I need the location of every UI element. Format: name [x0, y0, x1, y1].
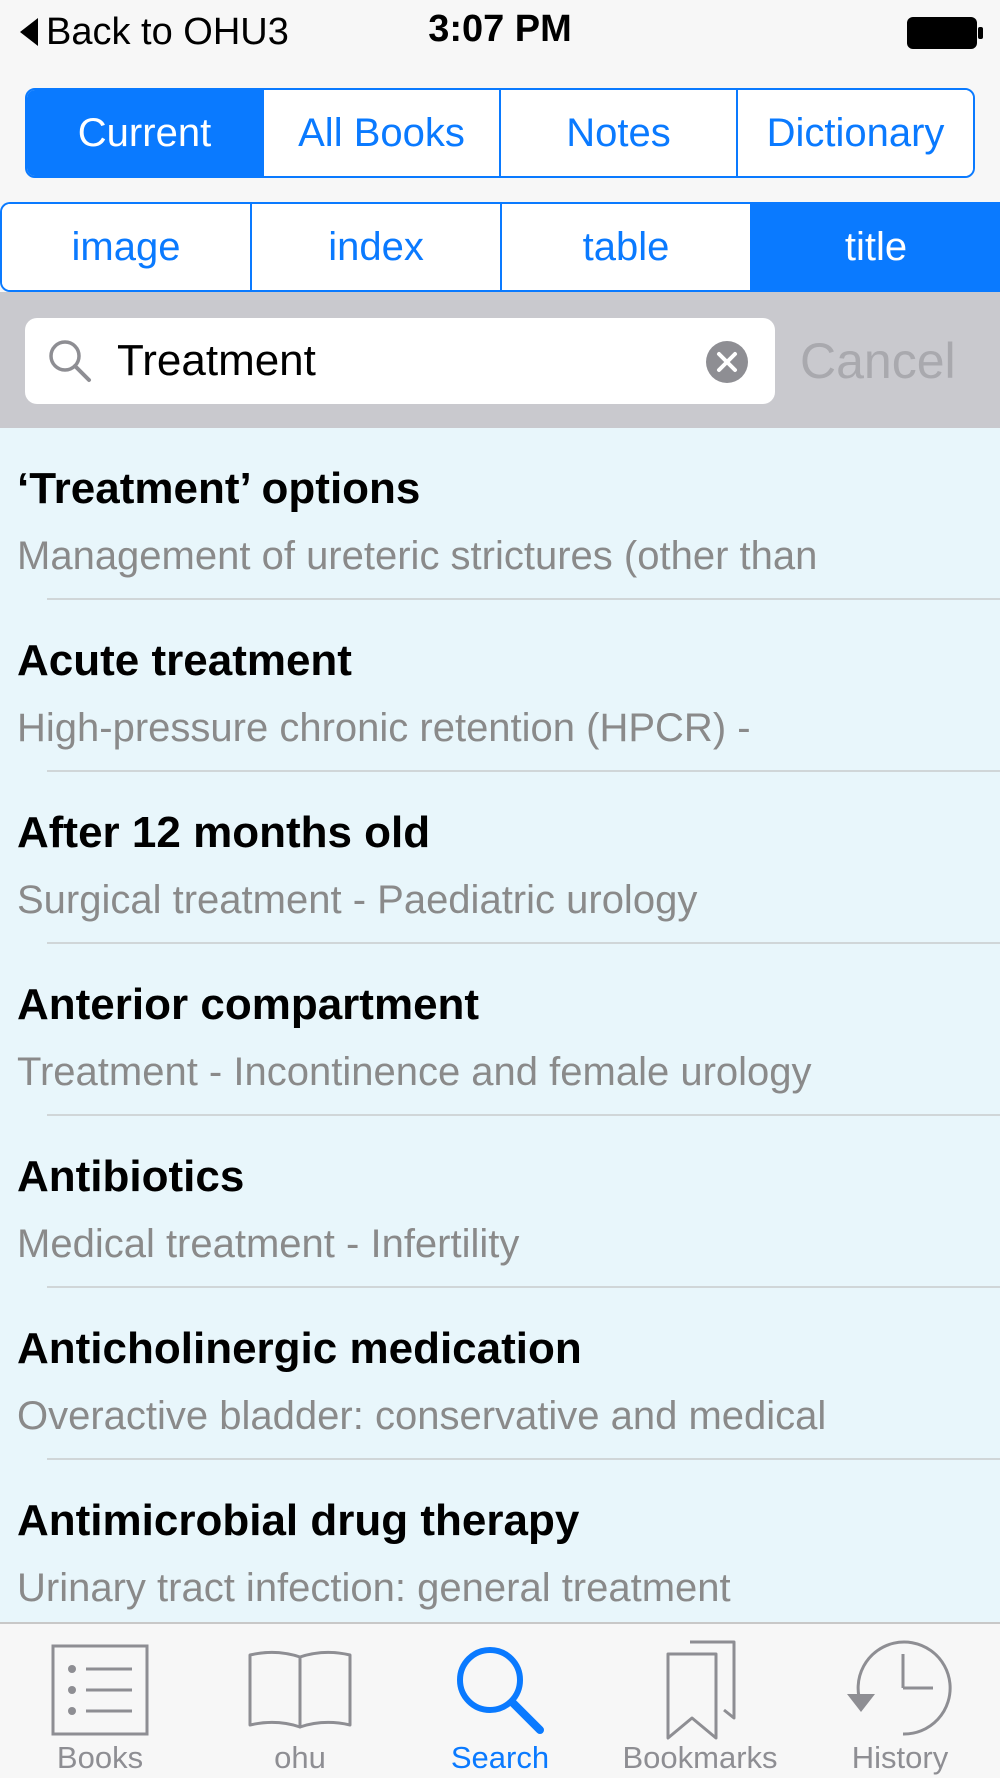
- tab-ohu[interactable]: ohu: [200, 1624, 400, 1778]
- search-input[interactable]: Treatment: [25, 318, 775, 404]
- result-row[interactable]: Anterior compartment Treatment - Inconti…: [0, 944, 1000, 1116]
- search-icon: [400, 1634, 600, 1746]
- result-row[interactable]: Antibiotics Medical treatment - Infertil…: [0, 1116, 1000, 1288]
- tab-label: Search: [450, 1740, 550, 1775]
- scope-tab-all-books[interactable]: All Books: [264, 90, 501, 176]
- result-subtitle: Management of ureteric strictures (other…: [17, 534, 818, 578]
- result-title: ‘Treatment’ options: [17, 464, 421, 513]
- tab-history[interactable]: History: [800, 1624, 1000, 1778]
- search-icon: [49, 340, 91, 382]
- search-bar: Treatment Cancel: [0, 292, 1000, 428]
- scope-tab-notes[interactable]: Notes: [501, 90, 738, 176]
- scope-tab-dictionary[interactable]: Dictionary: [738, 90, 973, 176]
- type-tab-index[interactable]: index: [252, 204, 502, 290]
- bookmarks-icon: [600, 1634, 800, 1746]
- tab-bookmarks[interactable]: Bookmarks: [600, 1624, 800, 1778]
- result-row[interactable]: Acute treatment High-pressure chronic re…: [0, 600, 1000, 772]
- search-results-list: ‘Treatment’ options Management of ureter…: [0, 428, 1000, 1622]
- type-tab-title[interactable]: title: [752, 204, 1000, 290]
- tab-label: Books: [56, 1740, 144, 1775]
- result-subtitle: Urinary tract infection: general treatme…: [17, 1566, 731, 1610]
- type-tab-table[interactable]: table: [502, 204, 752, 290]
- type-tab-image[interactable]: image: [2, 204, 252, 290]
- history-clock-icon: [800, 1634, 1000, 1746]
- result-row[interactable]: ‘Treatment’ options Management of ureter…: [0, 428, 1000, 600]
- result-title: After 12 months old: [17, 808, 431, 857]
- result-subtitle: Medical treatment - Infertility: [17, 1222, 520, 1266]
- cancel-button[interactable]: Cancel: [800, 318, 956, 404]
- scope-tab-current[interactable]: Current: [27, 90, 264, 176]
- tab-label: Bookmarks: [622, 1740, 778, 1775]
- result-subtitle: High-pressure chronic retention (HPCR) -: [17, 706, 751, 750]
- status-bar: Back to OHU3 3:07 PM: [0, 0, 1000, 66]
- result-row[interactable]: Anticholinergic medication Overactive bl…: [0, 1288, 1000, 1460]
- clear-search-icon[interactable]: [705, 340, 749, 384]
- list-icon: [0, 1634, 200, 1746]
- tab-bar: Books ohu Search Bookmarks History: [0, 1622, 1000, 1778]
- battery-icon: [907, 17, 983, 49]
- status-time: 3:07 PM: [428, 8, 572, 50]
- result-subtitle: Treatment - Incontinence and female urol…: [17, 1050, 812, 1094]
- tab-books[interactable]: Books: [0, 1624, 200, 1778]
- result-row[interactable]: After 12 months old Surgical treatment -…: [0, 772, 1000, 944]
- result-title: Antimicrobial drug therapy: [17, 1496, 580, 1545]
- search-input-value: Treatment: [117, 336, 316, 385]
- result-title: Antibiotics: [17, 1152, 245, 1201]
- scope-segmented-control: Current All Books Notes Dictionary: [25, 88, 975, 178]
- result-row[interactable]: Antimicrobial drug therapy Urinary tract…: [0, 1460, 1000, 1622]
- tab-label: ohu: [274, 1740, 326, 1775]
- tab-search[interactable]: Search: [400, 1624, 600, 1778]
- result-subtitle: Surgical treatment - Paediatric urology: [17, 878, 698, 922]
- tab-label: History: [851, 1740, 949, 1775]
- result-title: Anticholinergic medication: [17, 1324, 582, 1373]
- result-title: Acute treatment: [17, 636, 352, 685]
- result-subtitle: Overactive bladder: conservative and med…: [17, 1394, 827, 1438]
- search-type-segmented-control: image index table title: [0, 202, 1000, 292]
- result-title: Anterior compartment: [17, 980, 480, 1029]
- open-book-icon: [200, 1634, 400, 1746]
